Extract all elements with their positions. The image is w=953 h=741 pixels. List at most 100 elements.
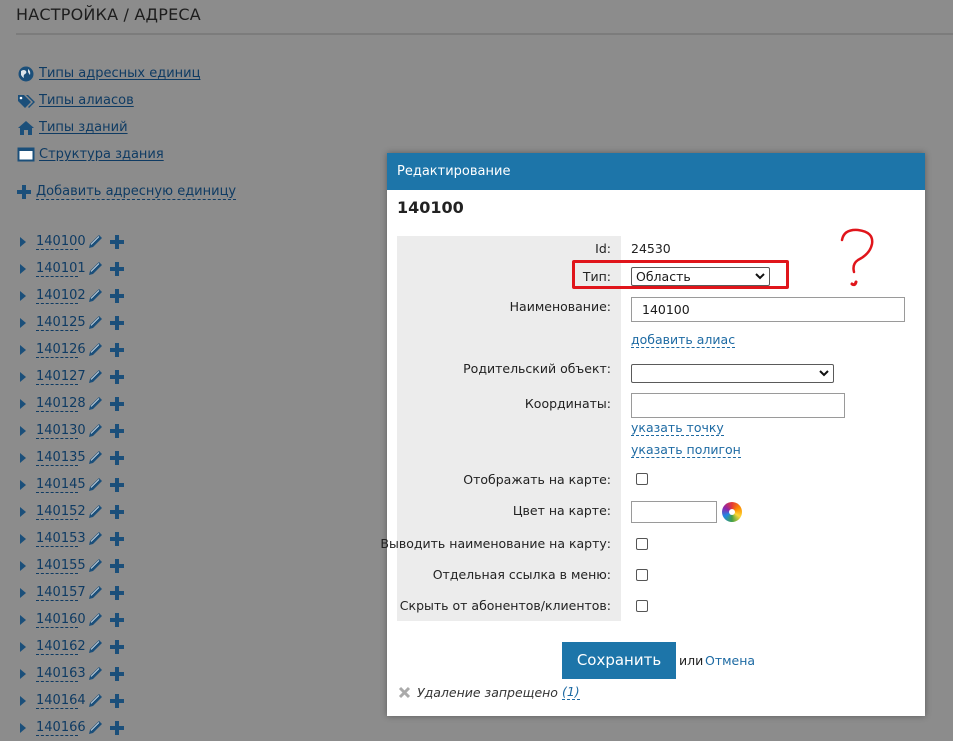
- tree-item-code[interactable]: 140101: [36, 261, 86, 277]
- add-child-icon[interactable]: [109, 585, 125, 601]
- edit-icon[interactable]: [87, 557, 104, 574]
- edit-icon[interactable]: [87, 368, 104, 385]
- edit-icon[interactable]: [87, 449, 104, 466]
- link-address-unit-types[interactable]: Типы адресных единиц: [16, 60, 200, 87]
- add-child-icon[interactable]: [109, 558, 125, 574]
- expand-arrow-icon[interactable]: [20, 587, 26, 598]
- add-child-icon[interactable]: [109, 288, 125, 304]
- expand-arrow-icon[interactable]: [20, 641, 26, 652]
- tree-item-code[interactable]: 140162: [36, 639, 86, 655]
- link-label[interactable]: Типы адресных единиц: [39, 66, 200, 81]
- tree-item-code[interactable]: 140164: [36, 693, 86, 709]
- expand-arrow-icon[interactable]: [20, 668, 26, 679]
- set-point-link[interactable]: указать точку: [631, 421, 724, 436]
- link-label[interactable]: Структура здания: [39, 147, 164, 162]
- expand-arrow-icon[interactable]: [20, 479, 26, 490]
- edit-icon[interactable]: [87, 476, 104, 493]
- add-child-icon[interactable]: [109, 423, 125, 439]
- link-label[interactable]: Типы зданий: [39, 120, 128, 135]
- tree-item-code[interactable]: 140125: [36, 315, 86, 331]
- edit-icon[interactable]: [87, 395, 104, 412]
- add-child-icon[interactable]: [109, 639, 125, 655]
- tree-item-code[interactable]: 140166: [36, 720, 86, 736]
- expand-arrow-icon[interactable]: [20, 263, 26, 274]
- edit-icon[interactable]: [87, 719, 104, 736]
- edit-icon[interactable]: [87, 665, 104, 682]
- expand-arrow-icon[interactable]: [20, 425, 26, 436]
- add-child-icon[interactable]: [109, 234, 125, 250]
- tree-item-code[interactable]: 140102: [36, 288, 86, 304]
- parent-select[interactable]: [631, 364, 834, 383]
- set-polygon-link[interactable]: указать полигон: [631, 443, 741, 458]
- add-child-icon[interactable]: [109, 342, 125, 358]
- link-building-types[interactable]: Типы зданий: [16, 114, 200, 141]
- tree-item-code[interactable]: 140126: [36, 342, 86, 358]
- color-palette-icon[interactable]: [722, 502, 742, 522]
- add-child-icon[interactable]: [109, 369, 125, 385]
- add-child-icon[interactable]: [109, 261, 125, 277]
- expand-arrow-icon[interactable]: [20, 236, 26, 247]
- link-building-structure[interactable]: Структура здания: [16, 141, 200, 168]
- cancel-link[interactable]: Отмена: [705, 653, 755, 668]
- tree-item-code[interactable]: 140130: [36, 423, 86, 439]
- edit-icon[interactable]: [87, 233, 104, 250]
- edit-icon[interactable]: [87, 530, 104, 547]
- expand-arrow-icon[interactable]: [20, 371, 26, 382]
- expand-arrow-icon[interactable]: [20, 344, 26, 355]
- coords-input[interactable]: [631, 393, 845, 418]
- menu-link-checkbox[interactable]: [636, 569, 648, 581]
- add-child-icon[interactable]: [109, 477, 125, 493]
- add-child-icon[interactable]: [109, 315, 125, 331]
- tree-item-code[interactable]: 140145: [36, 477, 86, 493]
- expand-arrow-icon[interactable]: [20, 560, 26, 571]
- expand-arrow-icon[interactable]: [20, 614, 26, 625]
- hide-checkbox[interactable]: [636, 600, 648, 612]
- edit-icon[interactable]: [87, 341, 104, 358]
- add-child-icon[interactable]: [109, 666, 125, 682]
- tree-item-code[interactable]: 140155: [36, 558, 86, 574]
- tree-item-code[interactable]: 140100: [36, 234, 86, 250]
- show-name-checkbox[interactable]: [636, 538, 648, 550]
- add-address-unit-label[interactable]: Добавить адресную единицу: [36, 184, 237, 200]
- edit-icon[interactable]: [87, 584, 104, 601]
- edit-icon[interactable]: [87, 287, 104, 304]
- tree-item-code[interactable]: 140127: [36, 369, 86, 385]
- edit-icon[interactable]: [87, 692, 104, 709]
- edit-icon[interactable]: [87, 422, 104, 439]
- delete-count-link[interactable]: (1): [561, 685, 580, 700]
- edit-icon[interactable]: [87, 314, 104, 331]
- edit-icon[interactable]: [87, 611, 104, 628]
- add-child-icon[interactable]: [109, 450, 125, 466]
- color-input[interactable]: [631, 501, 717, 523]
- tree-item-code[interactable]: 140128: [36, 396, 86, 412]
- add-alias-link[interactable]: добавить алиас: [631, 333, 736, 348]
- expand-arrow-icon[interactable]: [20, 317, 26, 328]
- add-child-icon[interactable]: [109, 693, 125, 709]
- expand-arrow-icon[interactable]: [20, 506, 26, 517]
- edit-icon[interactable]: [87, 638, 104, 655]
- tree-item-code[interactable]: 140163: [36, 666, 86, 682]
- tree-item-code[interactable]: 140152: [36, 504, 86, 520]
- add-child-icon[interactable]: [109, 720, 125, 736]
- link-alias-types[interactable]: Типы алиасов: [16, 87, 200, 114]
- add-child-icon[interactable]: [109, 504, 125, 520]
- expand-arrow-icon[interactable]: [20, 533, 26, 544]
- tree-item-code[interactable]: 140135: [36, 450, 86, 466]
- tree-item-code[interactable]: 140160: [36, 612, 86, 628]
- add-address-unit[interactable]: Добавить адресную единицу: [16, 184, 237, 200]
- add-child-icon[interactable]: [109, 396, 125, 412]
- edit-icon[interactable]: [87, 260, 104, 277]
- link-label[interactable]: Типы алиасов: [39, 93, 134, 108]
- tree-item-code[interactable]: 140157: [36, 585, 86, 601]
- show-on-map-checkbox[interactable]: [636, 473, 648, 485]
- add-child-icon[interactable]: [109, 612, 125, 628]
- expand-arrow-icon[interactable]: [20, 722, 26, 733]
- save-button[interactable]: Сохранить: [562, 642, 676, 679]
- expand-arrow-icon[interactable]: [20, 695, 26, 706]
- edit-icon[interactable]: [87, 503, 104, 520]
- name-input[interactable]: 140100: [631, 297, 905, 322]
- expand-arrow-icon[interactable]: [20, 290, 26, 301]
- expand-arrow-icon[interactable]: [20, 398, 26, 409]
- tree-item-code[interactable]: 140153: [36, 531, 86, 547]
- add-child-icon[interactable]: [109, 531, 125, 547]
